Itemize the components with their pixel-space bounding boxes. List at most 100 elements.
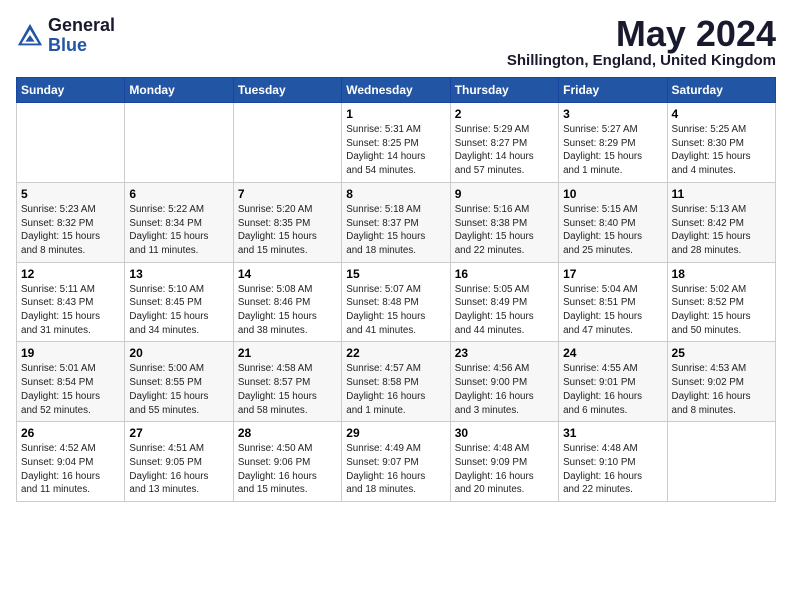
calendar-week-row: 5 Sunrise: 5:23 AMSunset: 8:32 PMDaylight… (17, 182, 776, 262)
day-info: Sunrise: 5:20 AMSunset: 8:35 PMDaylight:… (238, 203, 337, 258)
day-number: 30 (455, 426, 554, 440)
calendar-cell: 3 Sunrise: 5:27 AMSunset: 8:29 PMDaylight… (559, 103, 667, 183)
day-number: 27 (129, 426, 228, 440)
day-number: 18 (672, 267, 771, 281)
month-title: May 2024 (507, 16, 776, 52)
calendar-header: SundayMondayTuesdayWednesdayThursdayFrid… (17, 78, 776, 103)
day-number: 20 (129, 346, 228, 360)
day-info: Sunrise: 5:11 AMSunset: 8:43 PMDaylight:… (21, 283, 120, 338)
day-number: 22 (346, 346, 445, 360)
day-info: Sunrise: 4:52 AMSunset: 9:04 PMDaylight:… (21, 442, 120, 497)
day-number: 31 (563, 426, 662, 440)
day-number: 14 (238, 267, 337, 281)
page-header: General Blue May 2024 Shillington, Engla… (16, 16, 776, 69)
calendar-cell: 21Sunrise: 4:58 AMSunset: 8:57 PMDayligh… (233, 342, 341, 422)
day-info: Sunrise: 4:49 AMSunset: 9:07 PMDaylight:… (346, 442, 445, 497)
day-info: Sunrise: 4:48 AMSunset: 9:09 PMDaylight:… (455, 442, 554, 497)
day-info: Sunrise: 5:00 AMSunset: 8:55 PMDaylight:… (129, 362, 228, 417)
calendar-week-row: 19 Sunrise: 5:01 AMSunset: 8:54 PMDayligh… (17, 342, 776, 422)
logo-text: General Blue (48, 16, 115, 56)
day-info: Sunrise: 5:25 AMSunset: 8:30 PMDaylight:… (672, 123, 771, 178)
day-info: Sunrise: 5:15 AMSunset: 8:40 PMDaylight:… (563, 203, 662, 258)
calendar-cell: 19 Sunrise: 5:01 AMSunset: 8:54 PMDayligh… (17, 342, 125, 422)
day-of-week-header: Monday (125, 78, 233, 103)
calendar-cell: 25Sunrise: 4:53 AMSunset: 9:02 PMDayligh… (667, 342, 775, 422)
day-info: Sunrise: 5:10 AMSunset: 8:45 PMDaylight:… (129, 283, 228, 338)
day-info: Sunrise: 5:22 AMSunset: 8:34 PMDaylight:… (129, 203, 228, 258)
day-of-week-header: Tuesday (233, 78, 341, 103)
calendar-cell: 26 Sunrise: 4:52 AMSunset: 9:04 PMDayligh… (17, 422, 125, 502)
day-info: Sunrise: 4:48 AMSunset: 9:10 PMDaylight:… (563, 442, 662, 497)
day-number: 17 (563, 267, 662, 281)
day-number: 15 (346, 267, 445, 281)
day-number: 6 (129, 187, 228, 201)
logo-blue: Blue (48, 36, 115, 56)
day-number: 28 (238, 426, 337, 440)
day-number: 3 (563, 107, 662, 121)
calendar-cell (667, 422, 775, 502)
day-of-week-header: Thursday (450, 78, 558, 103)
day-info: Sunrise: 5:04 AMSunset: 8:51 PMDaylight:… (563, 283, 662, 338)
day-info: Sunrise: 5:13 AMSunset: 8:42 PMDaylight:… (672, 203, 771, 258)
day-number: 23 (455, 346, 554, 360)
day-number: 4 (672, 107, 771, 121)
calendar-cell: 5 Sunrise: 5:23 AMSunset: 8:32 PMDaylight… (17, 182, 125, 262)
calendar-cell: 18 Sunrise: 5:02 AMSunset: 8:52 PMDayligh… (667, 262, 775, 342)
title-block: May 2024 Shillington, England, United Ki… (507, 16, 776, 69)
day-number: 7 (238, 187, 337, 201)
calendar-cell (233, 103, 341, 183)
day-number: 21 (238, 346, 337, 360)
logo-general: General (48, 16, 115, 36)
day-info: Sunrise: 5:05 AMSunset: 8:49 PMDaylight:… (455, 283, 554, 338)
calendar-cell (17, 103, 125, 183)
day-number: 24 (563, 346, 662, 360)
day-info: Sunrise: 5:02 AMSunset: 8:52 PMDaylight:… (672, 283, 771, 338)
location: Shillington, England, United Kingdom (507, 52, 776, 69)
calendar-week-row: 26 Sunrise: 4:52 AMSunset: 9:04 PMDayligh… (17, 422, 776, 502)
day-info: Sunrise: 5:31 AMSunset: 8:25 PMDaylight:… (346, 123, 445, 178)
day-number: 2 (455, 107, 554, 121)
day-info: Sunrise: 4:53 AMSunset: 9:02 PMDaylight:… (672, 362, 771, 417)
calendar-cell: 22 Sunrise: 4:57 AMSunset: 8:58 PMDayligh… (342, 342, 450, 422)
calendar-cell: 27 Sunrise: 4:51 AMSunset: 9:05 PMDayligh… (125, 422, 233, 502)
day-number: 8 (346, 187, 445, 201)
logo-icon (16, 22, 44, 50)
calendar-cell: 16 Sunrise: 5:05 AMSunset: 8:49 PMDayligh… (450, 262, 558, 342)
day-number: 11 (672, 187, 771, 201)
day-info: Sunrise: 5:27 AMSunset: 8:29 PMDaylight:… (563, 123, 662, 178)
day-info: Sunrise: 5:18 AMSunset: 8:37 PMDaylight:… (346, 203, 445, 258)
day-number: 1 (346, 107, 445, 121)
day-number: 13 (129, 267, 228, 281)
day-info: Sunrise: 4:51 AMSunset: 9:05 PMDaylight:… (129, 442, 228, 497)
calendar-cell: 12Sunrise: 5:11 AMSunset: 8:43 PMDayligh… (17, 262, 125, 342)
calendar-cell: 20 Sunrise: 5:00 AMSunset: 8:55 PMDayligh… (125, 342, 233, 422)
calendar-cell: 28 Sunrise: 4:50 AMSunset: 9:06 PMDayligh… (233, 422, 341, 502)
calendar-body: 1 Sunrise: 5:31 AMSunset: 8:25 PMDaylight… (17, 103, 776, 502)
calendar-cell: 1 Sunrise: 5:31 AMSunset: 8:25 PMDaylight… (342, 103, 450, 183)
calendar-cell: 29Sunrise: 4:49 AMSunset: 9:07 PMDayligh… (342, 422, 450, 502)
day-of-week-header: Sunday (17, 78, 125, 103)
day-number: 19 (21, 346, 120, 360)
day-info: Sunrise: 5:01 AMSunset: 8:54 PMDaylight:… (21, 362, 120, 417)
calendar-cell: 8 Sunrise: 5:18 AMSunset: 8:37 PMDaylight… (342, 182, 450, 262)
day-info: Sunrise: 4:50 AMSunset: 9:06 PMDaylight:… (238, 442, 337, 497)
day-number: 9 (455, 187, 554, 201)
day-info: Sunrise: 5:08 AMSunset: 8:46 PMDaylight:… (238, 283, 337, 338)
logo: General Blue (16, 16, 115, 56)
day-info: Sunrise: 4:57 AMSunset: 8:58 PMDaylight:… (346, 362, 445, 417)
day-info: Sunrise: 4:56 AMSunset: 9:00 PMDaylight:… (455, 362, 554, 417)
calendar-cell: 15 Sunrise: 5:07 AMSunset: 8:48 PMDayligh… (342, 262, 450, 342)
day-info: Sunrise: 5:07 AMSunset: 8:48 PMDaylight:… (346, 283, 445, 338)
day-number: 26 (21, 426, 120, 440)
day-number: 16 (455, 267, 554, 281)
day-of-week-header: Saturday (667, 78, 775, 103)
calendar-cell (125, 103, 233, 183)
day-info: Sunrise: 5:29 AMSunset: 8:27 PMDaylight:… (455, 123, 554, 178)
day-of-week-header: Friday (559, 78, 667, 103)
day-number: 5 (21, 187, 120, 201)
calendar-week-row: 12Sunrise: 5:11 AMSunset: 8:43 PMDayligh… (17, 262, 776, 342)
day-of-week-header: Wednesday (342, 78, 450, 103)
day-info: Sunrise: 5:23 AMSunset: 8:32 PMDaylight:… (21, 203, 120, 258)
calendar-cell: 23 Sunrise: 4:56 AMSunset: 9:00 PMDayligh… (450, 342, 558, 422)
day-info: Sunrise: 5:16 AMSunset: 8:38 PMDaylight:… (455, 203, 554, 258)
